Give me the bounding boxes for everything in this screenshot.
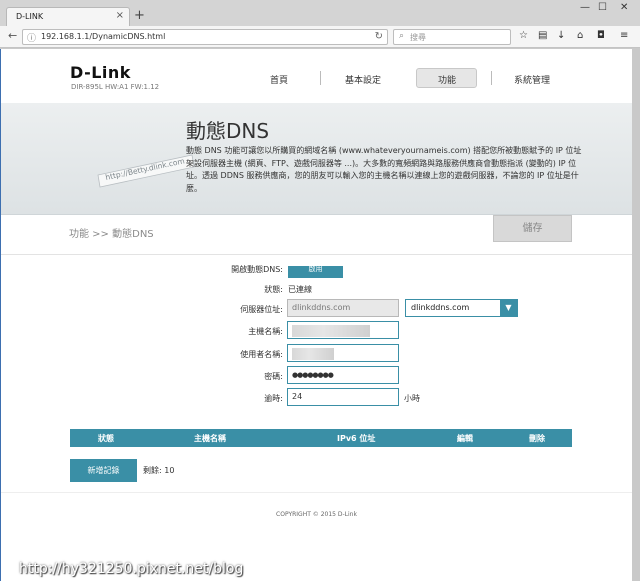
page-title: 動態DNS	[186, 119, 270, 143]
back-icon[interactable]: ←	[8, 29, 17, 42]
status-value: 已連線	[288, 285, 312, 294]
footer-divider	[1, 492, 632, 493]
server-address-label: 伺服器位址:	[240, 305, 283, 314]
column-ipv6-address: IPv6 位址	[337, 434, 376, 443]
browser-nav-bar: ← ⓘ 192.168.1.1/DynamicDNS.html ↻ ⌕ 搜尋 ☆…	[0, 26, 640, 48]
url-text: 192.168.1.1/DynamicDNS.html	[41, 32, 166, 41]
menu-item-basic-settings[interactable]: 基本設定	[343, 73, 383, 86]
tab-title: D-LINK	[16, 12, 44, 21]
username-input[interactable]	[287, 344, 399, 362]
info-icon[interactable]: ⓘ	[27, 31, 36, 44]
timeout-label: 逾時:	[264, 394, 283, 403]
enable-ddns-label: 開啟動態DNS:	[231, 265, 283, 274]
browser-tab[interactable]: D-LINK ×	[6, 7, 130, 26]
menu-divider	[320, 71, 321, 85]
status-label: 狀態:	[264, 285, 283, 294]
window-margin	[632, 49, 640, 581]
remaining-count: 剩餘: 10	[143, 466, 175, 475]
menu-item-system-management[interactable]: 系統管理	[512, 73, 552, 86]
bookmark-star-icon[interactable]: ☆	[519, 30, 528, 41]
breadcrumb: 功能 >> 動態DNS	[69, 229, 154, 240]
redacted-username	[292, 348, 334, 360]
router-page: D-Link DIR-895L HW:A1 FW:1.12 首頁 基本設定 功能…	[1, 49, 632, 581]
timeout-unit: 小時	[404, 394, 420, 403]
redacted-host-name	[292, 325, 370, 337]
url-bar[interactable]: ⓘ 192.168.1.1/DynamicDNS.html ↻	[22, 29, 388, 45]
search-placeholder: 搜尋	[410, 33, 426, 42]
server-select-value: dlinkddns.com	[411, 303, 470, 312]
save-button[interactable]: 儲存	[493, 215, 572, 242]
new-tab-button[interactable]: +	[134, 8, 145, 23]
menu-item-home[interactable]: 首頁	[268, 73, 290, 86]
column-status: 狀態	[98, 434, 114, 443]
model-info: DIR-895L HW:A1 FW:1.12	[71, 83, 160, 91]
reload-icon[interactable]: ↻	[375, 31, 383, 42]
column-edit: 編輯	[457, 434, 473, 443]
browser-tab-bar: D-LINK × + — ☐ ✕	[0, 0, 640, 26]
menu-item-features[interactable]: 功能	[436, 73, 458, 86]
chevron-down-icon[interactable]: ▼	[500, 300, 517, 316]
host-name-label: 主機名稱:	[248, 327, 283, 336]
timeout-input[interactable]: 24	[287, 388, 399, 406]
menu-divider	[491, 71, 492, 85]
watermark: http://hy321250.pixnet.net/blog	[19, 561, 244, 577]
dlink-logo: D-Link	[70, 63, 131, 82]
password-label: 密碼:	[264, 372, 283, 381]
url-illustration: http://Betty.dlink.com	[97, 154, 195, 188]
minimize-button[interactable]: —	[580, 2, 590, 13]
page-header: D-Link DIR-895L HW:A1 FW:1.12 首頁 基本設定 功能…	[1, 49, 632, 103]
add-record-button[interactable]: 新增記錄	[70, 459, 137, 482]
column-delete: 刪除	[529, 434, 545, 443]
close-tab-icon[interactable]: ×	[116, 10, 124, 21]
host-name-input[interactable]	[287, 321, 399, 339]
page-banner: http://Betty.dlink.com 動態DNS 動態 DNS 功能可讓…	[1, 103, 632, 215]
download-icon[interactable]: ↓	[557, 30, 565, 41]
server-address-field: dlinkddns.com	[287, 299, 399, 317]
password-input[interactable]: ●●●●●●●●	[287, 366, 399, 384]
breadcrumb-bar: 功能 >> 動態DNS 儲存	[1, 215, 632, 255]
reading-list-icon[interactable]: ▤	[538, 30, 547, 41]
home-icon[interactable]: ⌂	[577, 30, 583, 41]
maximize-button[interactable]: ☐	[598, 2, 607, 13]
menu-icon[interactable]: ≡	[620, 30, 628, 41]
enable-ddns-toggle[interactable]: 啟用	[288, 266, 343, 278]
close-window-button[interactable]: ✕	[620, 2, 628, 13]
ddns-table-header: 狀態 主機名稱 IPv6 位址 編輯 刪除	[70, 429, 572, 447]
username-label: 使用者名稱:	[240, 350, 283, 359]
column-host-name: 主機名稱	[194, 434, 226, 443]
pocket-icon[interactable]: ◘	[597, 30, 605, 41]
search-box[interactable]: ⌕ 搜尋	[393, 29, 511, 45]
search-icon: ⌕	[399, 31, 405, 41]
server-address-select[interactable]: dlinkddns.com ▼	[405, 299, 518, 317]
copyright: COPYRIGHT © 2015 D-Link	[276, 511, 357, 518]
page-description: 動態 DNS 功能可讓您以所購買的網域名稱 (www.whateveryourn…	[186, 146, 582, 193]
